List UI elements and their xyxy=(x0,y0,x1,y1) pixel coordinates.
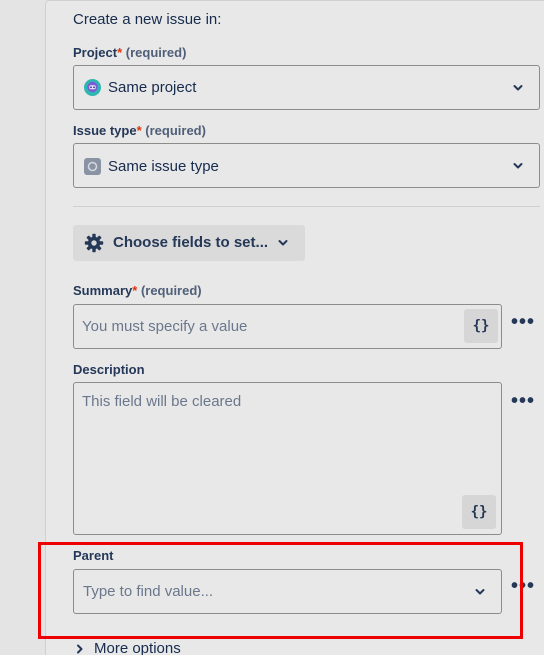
issue-type-select[interactable]: Same issue type xyxy=(73,143,540,188)
description-label: Description xyxy=(73,362,145,377)
more-options-label: More options xyxy=(94,640,181,655)
gear-icon xyxy=(84,233,104,253)
choose-fields-button[interactable]: Choose fields to set... xyxy=(73,225,305,261)
chevron-down-icon xyxy=(513,163,523,169)
required-star: * xyxy=(132,283,138,298)
project-label: Project* (required) xyxy=(73,45,187,60)
summary-input[interactable]: You must specify a value {} xyxy=(73,304,502,349)
chevron-right-icon xyxy=(77,644,83,654)
project-value: Same project xyxy=(108,79,197,96)
more-icon[interactable]: ••• xyxy=(511,391,535,411)
issue-type-icon xyxy=(84,158,101,175)
description-smart-value-button[interactable]: {} xyxy=(462,495,496,529)
summary-smart-value-button[interactable]: {} xyxy=(464,309,498,343)
more-icon[interactable]: ••• xyxy=(511,312,535,332)
project-select[interactable]: Same project xyxy=(73,65,540,110)
summary-label: Summary* (required) xyxy=(73,283,202,298)
description-textarea[interactable]: This field will be cleared {} xyxy=(73,382,502,535)
description-placeholder: This field will be cleared xyxy=(82,393,242,410)
highlight-box xyxy=(38,542,523,639)
choose-fields-label: Choose fields to set... xyxy=(113,234,269,251)
chevron-down-icon xyxy=(513,85,523,91)
chevron-down-icon xyxy=(278,240,288,246)
required-star: * xyxy=(136,123,142,138)
issue-type-value: Same issue type xyxy=(108,158,219,175)
divider xyxy=(73,206,540,207)
required-star: * xyxy=(117,45,123,60)
form-heading: Create a new issue in: xyxy=(73,11,222,28)
summary-placeholder: You must specify a value xyxy=(82,318,248,335)
issue-type-label: Issue type* (required) xyxy=(73,123,206,138)
project-avatar-icon xyxy=(84,79,101,96)
